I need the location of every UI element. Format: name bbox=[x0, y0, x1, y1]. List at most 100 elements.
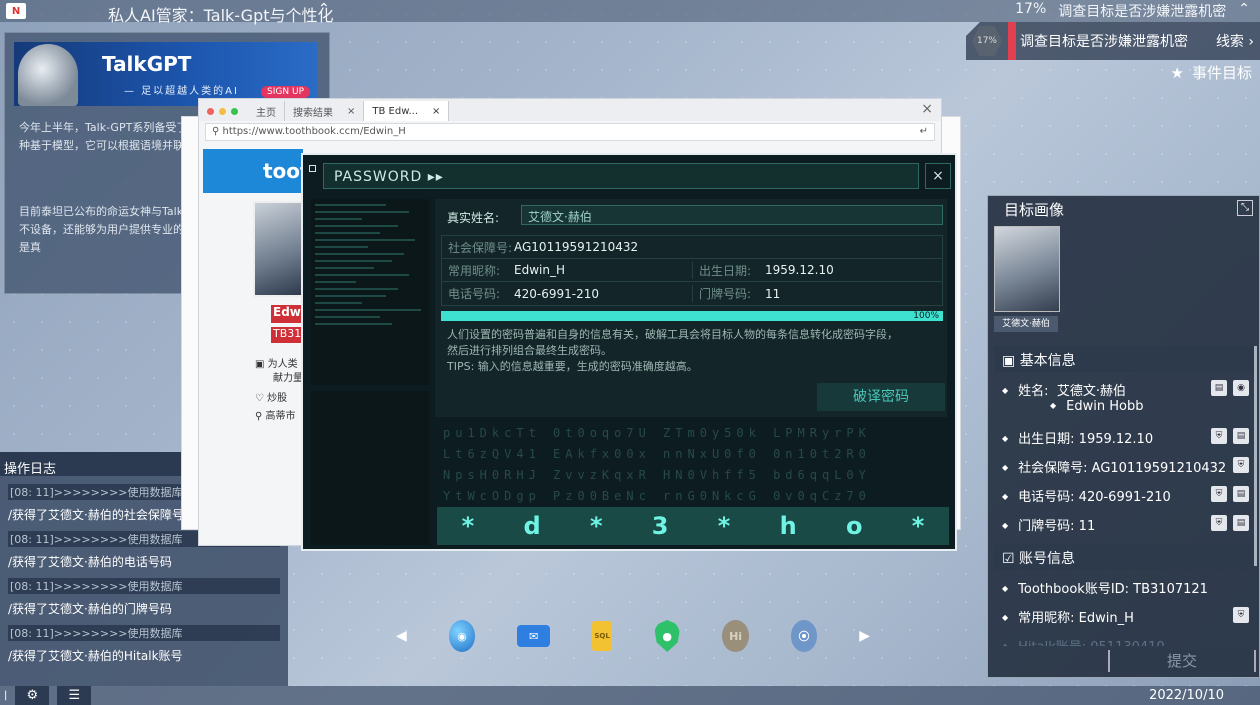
field-actions: ⛨ ▤ bbox=[1211, 486, 1249, 502]
profile-info-location: ⚲ 高蒂市 bbox=[255, 407, 296, 422]
target-profile-panel: 目标画像 ⤡ 艾德文·赫伯 ▣ 基本信息 姓名: 艾德文·赫伯 Edwin Ho… bbox=[987, 195, 1260, 678]
site-logo[interactable]: toot bbox=[203, 149, 310, 193]
tab-profile[interactable]: TB Edw... × bbox=[364, 101, 450, 121]
field-name-en: Edwin Hobb bbox=[1050, 399, 1143, 414]
maximize-dot-icon[interactable] bbox=[231, 108, 238, 115]
field-nickname: 常用昵称: Edwin_H bbox=[1002, 607, 1134, 626]
shield-app-icon[interactable]: ● bbox=[653, 620, 681, 652]
phone-cell[interactable]: 电话号码: 420-6991-210 bbox=[442, 285, 692, 302]
submit-button[interactable]: 提交 bbox=[1108, 650, 1256, 672]
target-header: 目标画像 ⤡ bbox=[988, 196, 1259, 220]
clue-link[interactable]: 线索 › bbox=[1216, 31, 1254, 51]
info-row: 常用昵称: Edwin_H 出生日期: 1959.12.10 bbox=[442, 259, 942, 282]
url-text: https://www.toothbook.ccm/Edwin_H bbox=[222, 126, 406, 137]
nickname-value: Edwin_H bbox=[514, 263, 565, 277]
character-grid: pu1DkcTt 0t0oqo7U ZTm0y50k LPMRyrPK Lt6zQ… bbox=[437, 423, 947, 505]
info-text: 高蒂市 bbox=[265, 411, 296, 422]
birthdate-cell[interactable]: 出生日期: 1959.12.10 bbox=[692, 261, 942, 279]
phone-value: 420-6991-210 bbox=[514, 286, 600, 301]
chevron-up-icon[interactable]: ⌃ bbox=[318, 1, 330, 17]
target-portrait bbox=[994, 226, 1060, 312]
shield-icon[interactable]: ⛨ bbox=[1211, 486, 1227, 502]
signup-button[interactable]: SIGN UP bbox=[261, 86, 310, 98]
shield-icon[interactable]: ⛨ bbox=[1233, 457, 1249, 473]
profile-info-work: ▣ 为人类 bbox=[255, 355, 298, 370]
divider-icon: | bbox=[4, 690, 8, 701]
document-icon[interactable]: ▤ bbox=[1233, 486, 1249, 502]
character-row: Lt6zQV41 EAkfx00x nnNxU0f0 0n10t2R0 bbox=[443, 447, 871, 461]
profile-info-work-2: 献力量 bbox=[273, 373, 303, 384]
banner-title: TalkGPT bbox=[102, 52, 192, 76]
globe-icon[interactable]: ◉ bbox=[1233, 380, 1249, 396]
password-result: * d * 3 * h o * bbox=[437, 507, 949, 545]
enter-icon[interactable]: ↵ bbox=[920, 126, 928, 138]
tips-text: TIPS: 输入的信息越重要，生成的密码准确度越高。 bbox=[447, 360, 698, 373]
hook-app-icon[interactable]: ⦿ bbox=[790, 620, 818, 652]
phone-label: 电话号码: bbox=[448, 287, 501, 301]
password-char: o bbox=[846, 512, 863, 540]
globe-app-icon[interactable]: ◉ bbox=[448, 620, 476, 652]
objective-text: 调查目标是否涉嫌泄露机密 bbox=[1020, 34, 1188, 50]
basic-info-header[interactable]: ▣ 基本信息 bbox=[994, 346, 1254, 372]
objective-bar[interactable]: 17% 调查目标是否涉嫌泄露机密 线索 › bbox=[966, 22, 1260, 60]
task-list-icon[interactable]: ☰ bbox=[57, 686, 92, 705]
shield-icon[interactable]: ⛨ bbox=[1233, 607, 1249, 623]
event-goal-button[interactable]: ★ 事件目标 bbox=[1171, 62, 1252, 83]
log-message: /获得了艾德文·赫伯的电话号码 bbox=[8, 555, 172, 569]
tab-label: TB Edw... bbox=[372, 105, 419, 117]
bottom-bar: | ⚙ ☰ 2022/10/10 bbox=[0, 686, 1260, 705]
close-icon[interactable]: × bbox=[347, 106, 355, 117]
dock-next-arrow-icon[interactable]: ▶ bbox=[859, 628, 870, 644]
scrollbar[interactable] bbox=[1254, 346, 1257, 566]
minimize-dot-icon[interactable] bbox=[219, 108, 226, 115]
field-hitalk: Hitalk账号: 051130410 bbox=[1002, 636, 1165, 646]
dock-prev-arrow-icon[interactable]: ◀ bbox=[396, 628, 407, 644]
profile-photo bbox=[253, 201, 303, 297]
app-logo-icon[interactable]: N bbox=[6, 3, 26, 19]
mail-app-icon[interactable]: ✉ bbox=[517, 625, 551, 647]
sql-app-icon[interactable]: SQL bbox=[592, 621, 612, 651]
shield-icon[interactable]: ⛨ bbox=[1211, 515, 1227, 531]
shield-icon[interactable]: ⛨ bbox=[1211, 428, 1227, 444]
profile-info-hobby: ♡ 炒股 bbox=[255, 389, 287, 404]
info-row: 电话号码: 420-6991-210 门牌号码: 11 bbox=[442, 282, 942, 305]
crack-password-button[interactable]: 破译密码 bbox=[817, 383, 945, 411]
field-name: 姓名: 艾德文·赫伯 bbox=[1002, 380, 1126, 399]
talkgpt-banner[interactable]: TalkGPT — 足以超越人类的AI SIGN UP bbox=[14, 42, 318, 106]
document-icon[interactable]: ▤ bbox=[1211, 380, 1227, 396]
hitalk-app-icon[interactable]: Hi bbox=[722, 620, 749, 652]
ssn-row[interactable]: 社会保障号: AG10119591210432 bbox=[442, 236, 942, 259]
door-number-cell[interactable]: 门牌号码: 11 bbox=[692, 285, 942, 302]
url-bar[interactable]: ⚲ https://www.toothbook.ccm/Edwin_H ↵ bbox=[205, 123, 935, 141]
matrix-rain-panel bbox=[311, 391, 429, 545]
password-char: * bbox=[911, 512, 925, 540]
close-icon[interactable]: × bbox=[432, 106, 440, 117]
real-name-input[interactable]: 艾德文·赫伯 bbox=[521, 205, 943, 225]
tab-label: 主页 bbox=[256, 107, 276, 119]
field-actions: ⛨ ▤ bbox=[1211, 515, 1249, 531]
nickname-label: 常用昵称: bbox=[448, 263, 501, 278]
tab-home[interactable]: 主页 bbox=[248, 101, 285, 121]
location-icon: ⚲ bbox=[255, 411, 266, 422]
tool-description: 人们设置的密码普遍和自身的信息有关，破解工具会将目标人物的每条信息转化成密码字段… bbox=[447, 327, 941, 375]
progress-hex-icon: 17% bbox=[972, 26, 1002, 56]
window-menu-icon[interactable] bbox=[309, 165, 316, 172]
close-dot-icon[interactable] bbox=[207, 108, 214, 115]
nickname-cell[interactable]: 常用昵称: Edwin_H bbox=[442, 262, 692, 279]
expand-icon[interactable]: ⤡ bbox=[1237, 200, 1253, 216]
field-actions: ⛨ bbox=[1233, 607, 1249, 623]
code-stream-panel bbox=[311, 199, 429, 385]
document-icon[interactable]: ▤ bbox=[1233, 515, 1249, 531]
account-info-header[interactable]: ☑ 账号信息 bbox=[994, 544, 1254, 570]
document-icon[interactable]: ▤ bbox=[1233, 428, 1249, 444]
character-row: NpsH0RHJ ZvvzKqxR HN0Vhff5 bd6qqL0Y bbox=[443, 468, 871, 482]
character-row: YtWcODgp Pz00BeNc rnG0NkcG 0v0qCz70 bbox=[443, 489, 871, 503]
star-icon: ★ bbox=[1170, 63, 1184, 82]
chevron-up-icon[interactable]: ⌃ bbox=[1238, 1, 1250, 21]
tab-search[interactable]: 搜索结果 × bbox=[285, 101, 365, 121]
banner-subtitle: — 足以超越人类的AI bbox=[124, 86, 239, 97]
close-window-icon[interactable]: × bbox=[921, 101, 933, 117]
settings-gear-icon[interactable]: ⚙ bbox=[15, 686, 50, 705]
target-title: 目标画像 bbox=[1004, 201, 1065, 219]
close-icon[interactable]: × bbox=[925, 163, 951, 189]
